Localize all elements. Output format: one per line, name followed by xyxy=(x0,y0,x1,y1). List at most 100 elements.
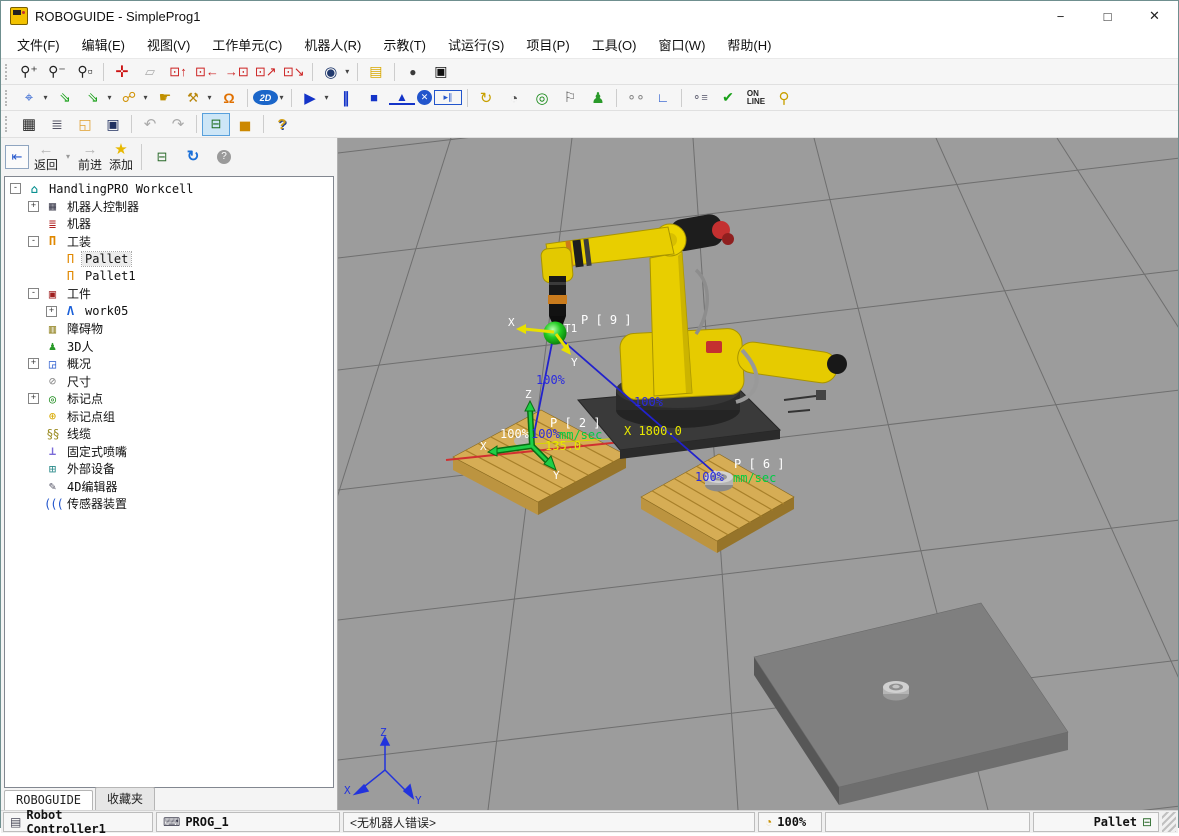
tree-item-workcell[interactable]: - ⌂ HandlingPRO Workcell xyxy=(5,180,333,198)
open-cell-button[interactable]: ◱ xyxy=(72,114,98,135)
object-retreat-button[interactable]: ⊡↘ xyxy=(281,61,307,82)
virtual-tp-check-button[interactable]: ✔ xyxy=(715,87,741,108)
mouse-settings-button[interactable]: ● xyxy=(400,61,426,82)
minimize-button[interactable]: − xyxy=(1037,1,1084,31)
menu-tools[interactable]: 工具(O) xyxy=(581,31,648,58)
tree-item-fixtures[interactable]: - Π 工装 xyxy=(5,233,333,251)
robot-finder-button[interactable]: ⚲ xyxy=(771,87,797,108)
scene-canvas[interactable]: X Y T1 P [ 9 ] 100% 100% Z X Y P [ 2 ] 1… xyxy=(338,138,1178,810)
tree-item-3d-people[interactable]: ♟ 3D人 xyxy=(5,338,333,356)
menu-view[interactable]: 视图(V) xyxy=(136,31,201,58)
tree-item-profiles[interactable]: + ◲ 概况 xyxy=(5,355,333,373)
joint-panel-button[interactable]: ⚬≡ xyxy=(687,87,713,108)
profile-chart-button[interactable]: ∟ xyxy=(650,87,676,108)
camera-view-button[interactable]: ◉ xyxy=(318,61,344,82)
back-caret[interactable]: ▾ xyxy=(63,149,73,165)
spray-teach-caret[interactable]: ▾ xyxy=(205,87,214,108)
zoom-in-button[interactable]: ⚲⁺ xyxy=(16,61,42,82)
stop-button[interactable]: ■ xyxy=(361,87,387,108)
timer-program-button[interactable]: ◔ xyxy=(501,87,527,108)
resize-grip[interactable] xyxy=(1162,812,1176,832)
tree-item-dimensions[interactable]: ⊘ 尺寸 xyxy=(5,373,333,391)
eject-button[interactable]: ▲ xyxy=(389,90,415,105)
2d-view-button[interactable]: 2D xyxy=(253,90,278,105)
tree-item-obstacles[interactable]: ▥ 障碍物 xyxy=(5,320,333,338)
node-map-button[interactable]: ⚬⚬ xyxy=(622,87,648,108)
robot-jog-caret[interactable]: ▾ xyxy=(141,87,150,108)
toolbar-grip[interactable] xyxy=(5,90,10,106)
object-enter-button[interactable]: ⊡← xyxy=(193,61,221,82)
menu-file[interactable]: 文件(F) xyxy=(6,31,71,58)
center-view-button[interactable]: ✛ xyxy=(109,61,135,82)
tree-item-targets[interactable]: + ◎ 标记点 xyxy=(5,390,333,408)
tree-item-work05[interactable]: + Λ work05 xyxy=(5,303,333,321)
tree-item-pallet1[interactable]: Π Pallet1 xyxy=(5,268,333,286)
menu-test-run[interactable]: 试运行(S) xyxy=(437,31,515,58)
menu-teach[interactable]: 示教(T) xyxy=(372,31,437,58)
tab-favorites[interactable]: 收藏夹 xyxy=(95,787,155,810)
abort-button[interactable]: ✕ xyxy=(417,90,432,105)
tree-item-robot-controller[interactable]: + ▦ 机器人控制器 xyxy=(5,198,333,216)
menu-edit[interactable]: 编辑(E) xyxy=(71,31,136,58)
zoom-out-button[interactable]: ⚲⁻ xyxy=(44,61,70,82)
tree-expander[interactable]: - xyxy=(28,236,39,247)
tree-item-fixed-nozzles[interactable]: ⊥ 固定式喷嘴 xyxy=(5,443,333,461)
cycle-start-caret[interactable]: ▾ xyxy=(322,87,331,108)
zoom-window-button[interactable]: ⚲▫ xyxy=(72,61,98,82)
tree-item-machines[interactable]: ≣ 机器 xyxy=(5,215,333,233)
move-to-button[interactable]: ⇘ xyxy=(80,87,106,108)
move-to-locked-button[interactable]: ⇘ xyxy=(52,87,78,108)
toolbar-grip[interactable] xyxy=(5,64,10,80)
tree-item-4d-editor[interactable]: ✎ 4D编辑器 xyxy=(5,478,333,496)
redo-button[interactable]: ↷ xyxy=(165,114,191,135)
object-raise-button[interactable]: ⊡↑ xyxy=(165,61,191,82)
cell-grid-button[interactable]: ▦ xyxy=(16,114,42,135)
add-button[interactable]: ★ 添加 xyxy=(107,142,135,172)
maximize-button[interactable]: □ xyxy=(1084,1,1131,31)
toolbar-grip[interactable] xyxy=(5,116,10,132)
tree-item-cables[interactable]: §§ 线缆 xyxy=(5,425,333,443)
robot-home-button[interactable]: ↻ xyxy=(473,87,499,108)
human-figure-button[interactable]: ♟ xyxy=(585,87,611,108)
tab-roboguide[interactable]: ROBOGUIDE xyxy=(4,790,93,810)
forward-button[interactable]: → 前进 xyxy=(76,142,104,172)
camera-view-caret[interactable]: ▾ xyxy=(343,61,352,82)
close-button[interactable]: ✕ xyxy=(1131,1,1178,31)
pan-plane-button[interactable]: ▱ xyxy=(137,61,163,82)
spray-teach-button[interactable]: ⚒ xyxy=(180,87,206,108)
outline-button[interactable]: ⊟ xyxy=(148,149,176,165)
dock-button[interactable]: ⇤ xyxy=(5,145,29,169)
undo-button[interactable]: ↶ xyxy=(137,114,163,135)
cycle-start-button[interactable]: ▶ xyxy=(297,87,323,108)
tree-item-sensor-units[interactable]: ((( 传感器装置 xyxy=(5,495,333,513)
tree-item-pallet[interactable]: Π Pallet xyxy=(5,250,333,268)
menu-cell[interactable]: 工作单元(C) xyxy=(201,31,293,58)
tree-expander[interactable]: + xyxy=(46,306,57,317)
menu-robot[interactable]: 机器人(R) xyxy=(293,31,372,58)
step-button[interactable]: ▸∥ xyxy=(434,90,462,105)
signboard-button[interactable]: ⚐ xyxy=(557,87,583,108)
menu-help[interactable]: 帮助(H) xyxy=(716,31,782,58)
refresh-button[interactable]: ↻ xyxy=(179,149,207,165)
snapshot-button[interactable]: ▣ xyxy=(428,61,454,82)
profiler-button[interactable]: ▅ xyxy=(232,114,258,135)
hand-teach-button[interactable]: ☛ xyxy=(152,87,178,108)
tree-item-target-groups[interactable]: ⊕ 标记点组 xyxy=(5,408,333,426)
tree-expander[interactable]: + xyxy=(28,393,39,404)
online-status-icon[interactable]: ON LINE xyxy=(743,87,769,108)
panel-help-button[interactable]: ? xyxy=(210,150,238,164)
save-cell-button[interactable]: ▣ xyxy=(100,114,126,135)
tree-item-parts[interactable]: - ▣ 工件 xyxy=(5,285,333,303)
menu-project[interactable]: 项目(P) xyxy=(515,31,580,58)
back-button[interactable]: ← 返回 xyxy=(32,142,60,172)
menu-window[interactable]: 窗口(W) xyxy=(647,31,716,58)
gripper-button[interactable]: Ω xyxy=(216,87,242,108)
object-exit-button[interactable]: →⊡ xyxy=(223,61,251,82)
mouse-jog-button[interactable]: ⌖ xyxy=(16,87,42,108)
mouse-jog-caret[interactable]: ▾ xyxy=(41,87,50,108)
robot-jog-button[interactable]: ☍ xyxy=(116,87,142,108)
report-button[interactable]: ≣ xyxy=(44,114,70,135)
help-button[interactable]: ? xyxy=(269,114,295,135)
cell-browser-button[interactable]: ⊟ xyxy=(202,113,230,136)
tree-expander[interactable]: - xyxy=(10,183,21,194)
